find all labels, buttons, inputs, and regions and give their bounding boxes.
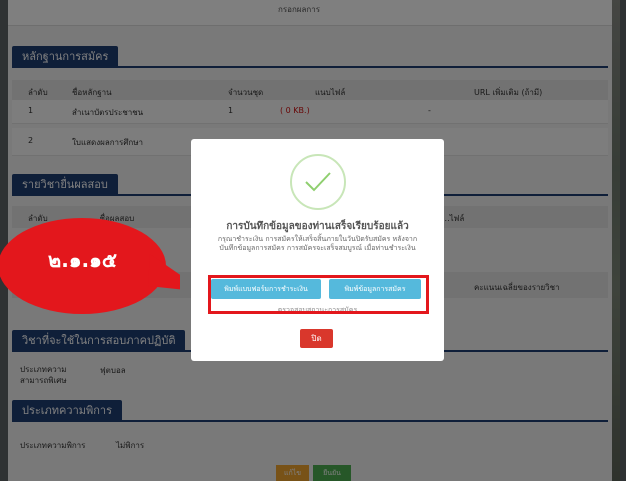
close-button[interactable]: ปิด: [300, 329, 333, 348]
success-check-icon: [290, 154, 346, 210]
callout-label: ๒.๑.๑๕: [48, 248, 117, 272]
success-modal: การบันทึกข้อมูลของท่านเสร็จเรียบร้อยแล้ว…: [191, 139, 444, 361]
modal-message: กรุณาชำระเงิน การสมัครให้เสร็จสิ้นภายในว…: [217, 235, 418, 252]
highlight-box: [208, 275, 429, 314]
modal-title: การบันทึกข้อมูลของท่านเสร็จเรียบร้อยแล้ว: [226, 221, 409, 232]
